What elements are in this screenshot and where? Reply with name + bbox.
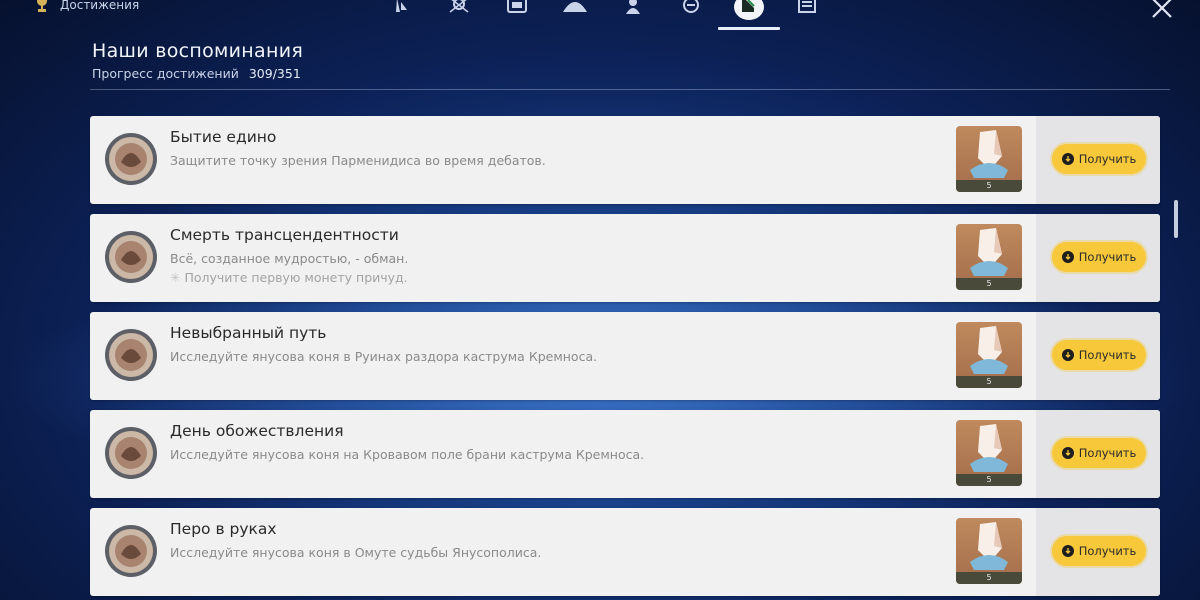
tab-icon-3 [507, 0, 527, 13]
achievement-row: Перо в руках Исследуйте янусова коня в О… [90, 508, 1160, 596]
achievement-description: Всё, созданное мудростью, - обман. [170, 251, 409, 266]
claim-button[interactable]: Получить [1052, 144, 1146, 174]
claim-button-label: Получить [1078, 348, 1137, 362]
claim-button-label: Получить [1078, 544, 1137, 558]
tab-5[interactable] [604, 0, 662, 28]
reward-count: 5 [956, 376, 1022, 388]
claim-icon [1061, 251, 1074, 263]
claim-icon [1061, 545, 1074, 557]
achievement-hint-text: Получите первую монету причуд. [184, 270, 408, 285]
achievement-row: Смерть трансцендентности Всё, созданное … [90, 214, 1160, 302]
claim-button[interactable]: Получить [1052, 340, 1146, 370]
achievement-description: Исследуйте янусова коня на Кровавом поле… [170, 447, 645, 462]
achievement-row: День обожествления Исследуйте янусова ко… [90, 410, 1160, 498]
achievement-row: Бытие едино Защитите точку зрения Пармен… [90, 116, 1160, 204]
claim-button-label: Получить [1078, 152, 1137, 166]
achievement-title: Невыбранный путь [170, 324, 327, 342]
top-bar: Достижения [0, 0, 1200, 32]
page-header: Наши воспоминания Прогресс достижений 30… [92, 40, 303, 81]
tab-icon-4 [563, 2, 587, 12]
scrollbar[interactable] [1174, 200, 1178, 238]
tab-icon-8 [798, 0, 816, 13]
tab-1[interactable] [372, 0, 430, 28]
page-title: Наши воспоминания [92, 40, 304, 62]
reward-item[interactable]: 5 [956, 224, 1022, 290]
reward-count: 5 [956, 572, 1022, 584]
reward-count: 5 [956, 474, 1022, 486]
crystal-icon [970, 228, 1008, 276]
reward-item[interactable]: 5 [956, 420, 1022, 486]
medal-icon [105, 525, 157, 577]
achievement-description: Исследуйте янусова коня в Омуте судьбы Я… [170, 545, 542, 560]
achievement-row: Невыбранный путь Исследуйте янусова коня… [90, 312, 1160, 400]
claim-button[interactable]: Получить [1052, 536, 1146, 566]
progress-value: 309/351 [248, 66, 301, 81]
crystal-icon [970, 522, 1008, 570]
header-divider [90, 89, 1170, 90]
category-tabs [372, 0, 836, 30]
claim-icon [1061, 349, 1074, 361]
section-label: Достижения [34, 0, 139, 14]
achievement-title: День обожествления [170, 422, 344, 440]
section-label-text: Достижения [60, 0, 140, 12]
tab-icon-7 [742, 0, 755, 12]
progress-label: Прогресс достижений [92, 66, 239, 81]
achievement-description: Исследуйте янусова коня в Руинах раздора… [170, 349, 598, 364]
tab-6[interactable] [662, 0, 720, 28]
reward-count: 5 [956, 180, 1022, 192]
hint-star-icon: ✳ [170, 270, 181, 285]
crystal-icon [970, 424, 1008, 472]
reward-count: 5 [956, 278, 1022, 290]
claim-icon [1061, 153, 1074, 165]
close-icon[interactable] [1148, 0, 1176, 22]
medal-icon [105, 427, 157, 479]
progress-row: Прогресс достижений 309/351 [92, 66, 303, 81]
achievement-description: Защитите точку зрения Парменидиса во вре… [170, 153, 546, 168]
tab-icon-2 [449, 0, 469, 13]
tab-icon-6 [683, 0, 699, 13]
tab-3[interactable] [488, 0, 546, 28]
achievement-hint: ✳ Получите первую монету причуд. [170, 270, 408, 285]
crystal-icon [970, 130, 1008, 178]
claim-button[interactable]: Получить [1052, 242, 1146, 272]
claim-button-label: Получить [1078, 446, 1137, 460]
reward-item[interactable]: 5 [956, 322, 1022, 388]
tab-7[interactable] [718, 0, 780, 30]
achievement-title: Перо в руках [170, 520, 277, 538]
reward-item[interactable]: 5 [956, 518, 1022, 584]
tab-icon-5 [626, 0, 640, 14]
claim-button-label: Получить [1078, 250, 1137, 264]
claim-icon [1061, 447, 1074, 459]
achievement-title: Бытие едино [170, 128, 277, 146]
tab-icon-1 [396, 0, 407, 12]
medal-icon [105, 329, 157, 381]
tab-4[interactable] [546, 0, 604, 28]
achievement-title: Смерть трансцендентности [170, 226, 399, 244]
medal-icon [105, 133, 157, 185]
claim-button[interactable]: Получить [1052, 438, 1146, 468]
crystal-icon [970, 326, 1008, 374]
tab-8[interactable] [778, 0, 836, 28]
medal-icon [105, 231, 157, 283]
tab-2[interactable] [430, 0, 488, 28]
reward-item[interactable]: 5 [956, 126, 1022, 192]
trophy-icon [37, 0, 47, 12]
